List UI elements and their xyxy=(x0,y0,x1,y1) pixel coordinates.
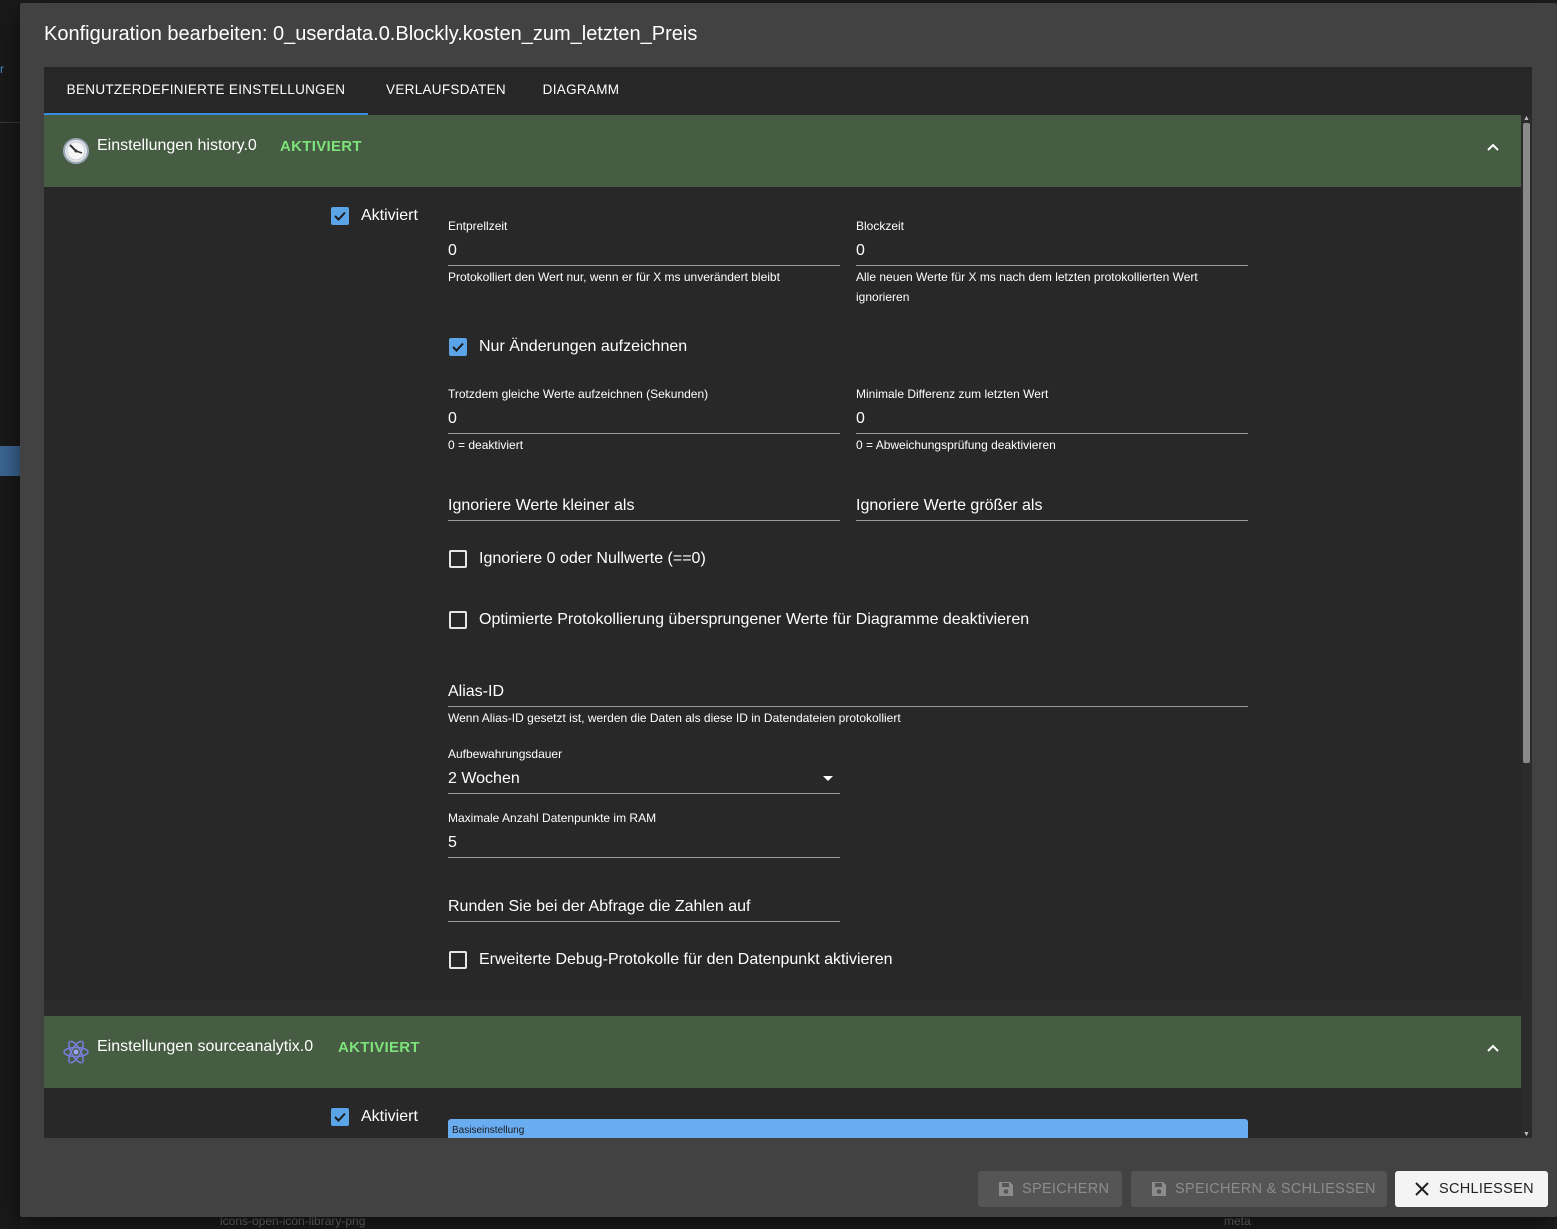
history-adapter-icon xyxy=(63,138,89,164)
save-and-close-button[interactable]: SPEICHERN & SCHLIESSEN xyxy=(1131,1171,1387,1207)
ignore-lower-input[interactable]: Ignoriere Werte kleiner als xyxy=(448,497,634,515)
min-diff-help: 0 = Abweichungsprüfung deaktivieren xyxy=(856,438,1056,452)
trotzdem-label: Trotzdem gleiche Werte aufzeichnen (Seku… xyxy=(448,387,709,401)
scrollbar-thumb[interactable] xyxy=(1523,123,1530,763)
blockzeit-help-1: Alle neuen Werte für X ms nach dem letzt… xyxy=(856,270,1198,284)
save-button[interactable]: SPEICHERN xyxy=(978,1171,1122,1207)
retention-select[interactable]: 2 Wochen xyxy=(448,770,520,788)
debug-label: Erweiterte Debug-Protokolle für den Date… xyxy=(479,951,893,968)
trotzdem-help: 0 = deaktiviert xyxy=(448,438,524,452)
background-sidebar: r xyxy=(0,0,20,1229)
disable-skipped-label: Optimierte Protokollierung übersprungene… xyxy=(479,611,1030,628)
close-button[interactable]: SCHLIESSEN xyxy=(1395,1171,1548,1207)
history-enabled-checkbox[interactable] xyxy=(331,207,349,225)
check-icon xyxy=(334,211,346,221)
vertical-scrollbar[interactable]: ▲ ▼ xyxy=(1521,115,1532,1138)
tab-verlaufsdaten[interactable]: VERLAUFSDATEN xyxy=(368,67,524,115)
blockzeit-underline xyxy=(856,265,1248,266)
basiseinstellung-label: Basiseinstellung xyxy=(452,1125,525,1136)
dialog-content: BENUTZERDEFINIERTE EINSTELLUNGEN VERLAUF… xyxy=(44,67,1532,1138)
check-icon xyxy=(334,1112,346,1122)
trotzdem-input[interactable]: 0 xyxy=(448,410,457,428)
alias-id-help: Wenn Alias-ID gesetzt ist, werden die Da… xyxy=(448,711,901,725)
settings-scroll-area[interactable]: Einstellungen history.0 AKTIVIERT Aktivi… xyxy=(44,115,1521,1138)
debug-checkbox[interactable] xyxy=(449,951,467,969)
floppy-disk-icon xyxy=(1152,1182,1166,1196)
history-status-badge: AKTIVIERT xyxy=(280,138,362,155)
min-diff-label: Minimale Differenz zum letzten Wert xyxy=(856,387,1049,401)
retention-underline xyxy=(448,793,840,794)
alias-id-underline xyxy=(448,706,1248,707)
atom-icon xyxy=(63,1040,89,1064)
disable-skipped-checkbox[interactable] xyxy=(449,611,467,629)
save-and-close-button-label: SPEICHERN & SCHLIESSEN xyxy=(1175,1181,1376,1197)
basiseinstellung-section[interactable]: Basiseinstellung xyxy=(448,1119,1248,1138)
dropdown-arrow-icon[interactable] xyxy=(822,775,834,783)
scroll-down-arrow-icon[interactable]: ▼ xyxy=(1523,1131,1530,1138)
floppy-disk-icon xyxy=(999,1182,1013,1196)
close-button-label: SCHLIESSEN xyxy=(1439,1181,1534,1197)
max-ram-underline xyxy=(448,857,840,858)
check-icon xyxy=(452,342,464,352)
sourceanalytix-status-badge: AKTIVIERT xyxy=(338,1039,420,1056)
save-button-label: SPEICHERN xyxy=(1022,1181,1110,1197)
chevron-up-icon[interactable] xyxy=(1484,1040,1502,1058)
sourceanalytix-enabled-label: Aktiviert xyxy=(361,1108,418,1125)
history-panel-header[interactable]: Einstellungen history.0 AKTIVIERT xyxy=(44,115,1521,187)
trotzdem-underline xyxy=(448,433,840,434)
round-underline xyxy=(448,921,840,922)
blockzeit-label: Blockzeit xyxy=(856,219,905,233)
chevron-up-icon[interactable] xyxy=(1484,139,1502,157)
min-diff-underline xyxy=(856,433,1248,434)
close-icon xyxy=(1415,1182,1429,1196)
sourceanalytix-enabled-checkbox[interactable] xyxy=(331,1108,349,1126)
max-ram-input[interactable]: 5 xyxy=(448,834,457,852)
entprellzeit-underline xyxy=(448,265,840,266)
background-selected-item xyxy=(0,446,20,476)
max-ram-label: Maximale Anzahl Datenpunkte im RAM xyxy=(448,811,657,825)
history-panel-title: Einstellungen history.0 xyxy=(97,137,257,154)
entprellzeit-input[interactable]: 0 xyxy=(448,242,457,260)
ignore-higher-input[interactable]: Ignoriere Werte größer als xyxy=(856,497,1042,515)
round-input[interactable]: Runden Sie bei der Abfrage die Zahlen au… xyxy=(448,898,750,916)
sourceanalytix-panel-header[interactable]: Einstellungen sourceanalytix.0 AKTIVIERT xyxy=(44,1016,1521,1088)
ignore-higher-underline xyxy=(856,520,1248,521)
background-marker: r xyxy=(0,62,4,76)
ignore-zero-checkbox[interactable] xyxy=(449,550,467,568)
sourceanalytix-panel-title: Einstellungen sourceanalytix.0 xyxy=(97,1038,314,1055)
nur-aenderungen-label: Nur Änderungen aufzeichnen xyxy=(479,338,688,355)
min-diff-input[interactable]: 0 xyxy=(856,410,865,428)
background-divider xyxy=(0,122,20,123)
tab-bar: BENUTZERDEFINIERTE EINSTELLUNGEN VERLAUF… xyxy=(44,67,1532,115)
alias-id-input[interactable]: Alias-ID xyxy=(448,683,504,701)
config-dialog: Konfiguration bearbeiten: 0_userdata.0.B… xyxy=(20,3,1557,1217)
tab-diagramm[interactable]: DIAGRAMM xyxy=(524,67,638,115)
ignore-lower-underline xyxy=(448,520,840,521)
nur-aenderungen-checkbox[interactable] xyxy=(449,338,467,356)
retention-label: Aufbewahrungsdauer xyxy=(448,747,563,761)
tab-benutzerdefinierte-einstellungen[interactable]: BENUTZERDEFINIERTE EINSTELLUNGEN xyxy=(44,67,368,115)
ignore-zero-label: Ignoriere 0 oder Nullwerte (==0) xyxy=(479,550,706,567)
entprellzeit-help: Protokolliert den Wert nur, wenn er für … xyxy=(448,270,780,284)
scroll-up-arrow-icon[interactable]: ▲ xyxy=(1523,115,1530,122)
entprellzeit-label: Entprellzeit xyxy=(448,219,508,233)
dialog-title: Konfiguration bearbeiten: 0_userdata.0.B… xyxy=(44,23,698,45)
history-panel-body: Aktiviert Entprellzeit 0 Protokolliert d… xyxy=(44,187,1521,1000)
blockzeit-help-2: ignorieren xyxy=(856,290,910,304)
blockzeit-input[interactable]: 0 xyxy=(856,242,865,260)
history-enabled-label: Aktiviert xyxy=(361,207,418,224)
